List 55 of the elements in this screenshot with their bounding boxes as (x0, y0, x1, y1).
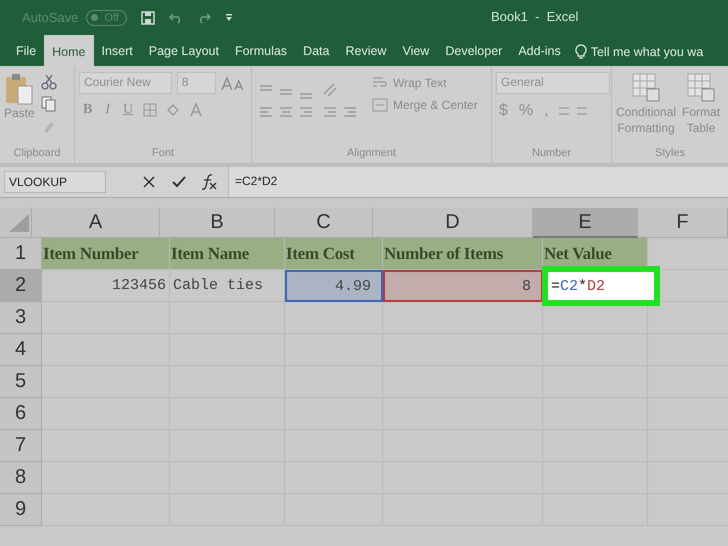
table-cell: Item Cost (285, 238, 383, 270)
column-header[interactable]: A (32, 208, 160, 238)
row-header[interactable]: 9 (0, 494, 42, 526)
row-header[interactable]: 8 (0, 462, 42, 494)
group-label: Alignment (346, 147, 397, 161)
table-cell: 8 (383, 270, 543, 302)
group-label: Number (530, 147, 572, 161)
save-icon[interactable] (140, 10, 155, 24)
ribbon-tab[interactable]: View (394, 35, 438, 66)
ribbon-tab[interactable]: Page Layout (140, 35, 227, 66)
ribbon-tab[interactable]: Insert (94, 35, 141, 66)
row-header[interactable]: 1 (0, 238, 42, 270)
undo-icon[interactable] (168, 12, 183, 24)
table-style-icon (631, 72, 662, 102)
group-label: Font (150, 147, 175, 161)
customize-caret-icon[interactable] (224, 14, 233, 22)
ribbon-tab[interactable]: Data (295, 35, 338, 66)
cell-editor[interactable]: =C2*D2 (542, 266, 660, 306)
table-cell: 4.99 (285, 270, 383, 302)
ribbon-tab[interactable]: Add-ins (510, 35, 569, 66)
table-cell: 123456 (42, 270, 170, 302)
window-title: Book1 - Excel (491, 9, 578, 24)
ribbon-tab[interactable]: Home (44, 35, 94, 66)
formula-field[interactable]: =C2*D2 (228, 167, 728, 197)
row-header[interactable]: 6 (0, 398, 42, 430)
ribbon-tab[interactable]: Formulas (226, 35, 296, 66)
table-cell: Item Number (42, 238, 170, 270)
group-label: Styles (654, 147, 686, 161)
copy-icon[interactable] (40, 96, 57, 112)
name-box[interactable]: VLOOKUP (4, 171, 106, 193)
column-header[interactable]: E (533, 208, 638, 238)
row-header[interactable]: 2 (0, 270, 42, 302)
table-cell: Item Name (170, 238, 285, 270)
row-header[interactable]: 7 (0, 430, 42, 462)
tell-me-field[interactable]: Tell me what you wa (574, 44, 709, 66)
row-header[interactable]: 5 (0, 366, 42, 398)
paste-icon[interactable] (4, 72, 34, 106)
row-header[interactable]: 4 (0, 334, 42, 366)
column-header[interactable]: B (160, 208, 275, 238)
ribbon-tab[interactable]: File (8, 35, 44, 66)
merge-icon (372, 98, 388, 112)
table-cell: Number of Items (383, 238, 543, 270)
scissors-icon[interactable] (40, 74, 57, 90)
lightbulb-icon (574, 44, 587, 60)
column-header[interactable]: F (638, 208, 728, 238)
ribbon-tab[interactable]: Review (337, 35, 394, 66)
column-header[interactable]: D (373, 208, 533, 238)
font-color-icon[interactable] (188, 102, 204, 118)
row-header[interactable]: 3 (0, 302, 42, 334)
table-cell: Cable ties (170, 270, 285, 302)
autosave-label: AutoSave (22, 10, 78, 25)
ribbon-tab[interactable]: Developer (437, 35, 510, 66)
table-style-icon (686, 72, 716, 102)
column-header[interactable]: C (275, 208, 373, 238)
group-label: Clipboard (12, 147, 62, 161)
